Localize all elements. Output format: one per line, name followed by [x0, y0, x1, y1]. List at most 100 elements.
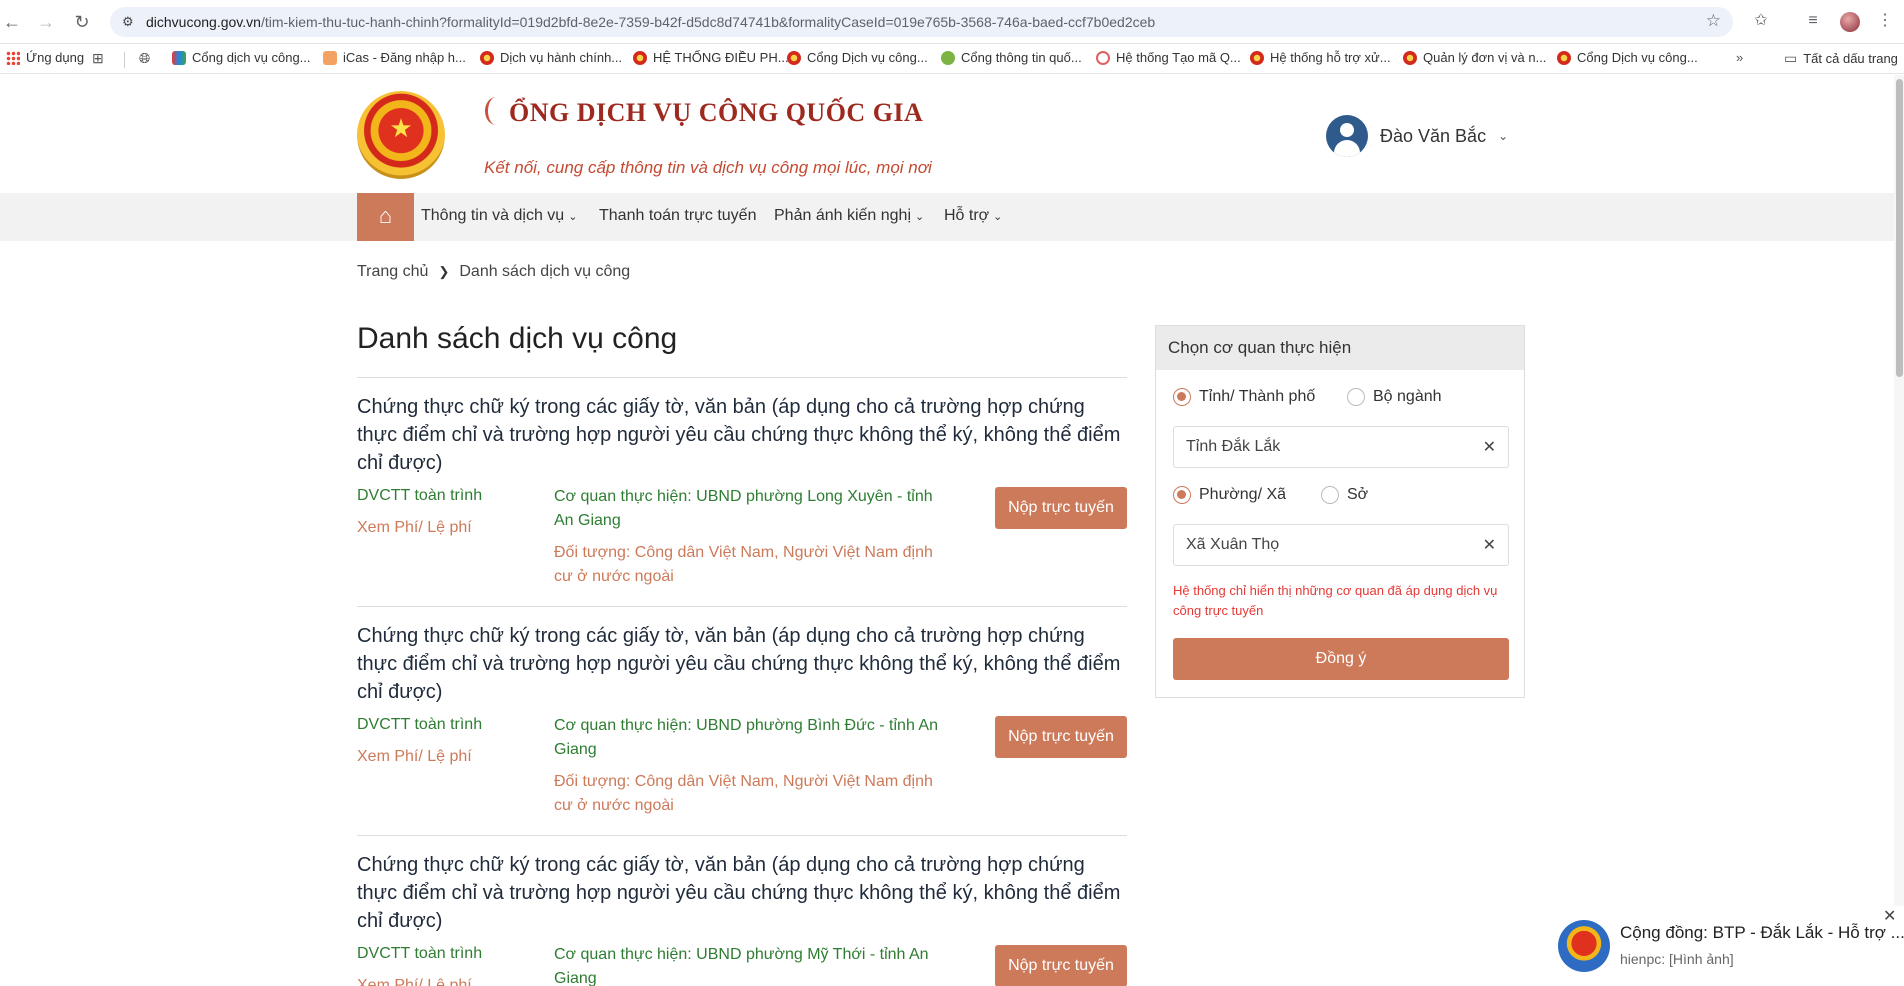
bookmark-label: Cổng thông tin quố... [961, 50, 1082, 65]
media-icon[interactable]: ≡ [1802, 10, 1824, 32]
url-text[interactable]: dichvucong.gov.vn/tim-kiem-thu-tuc-hanh-… [146, 14, 1155, 30]
star-icon: ★ [389, 113, 413, 143]
clear-icon[interactable]: ✕ [1483, 437, 1496, 457]
bookmark-star-icon[interactable]: ☆ [1706, 11, 1721, 31]
bookmark-label: Cổng Dịch vụ công... [1577, 50, 1698, 65]
bookmarks-bar: Ứng dụng ⊞ 🌐︎ Cổng dịch vụ công... iCas … [0, 44, 1904, 74]
breadcrumb-current: Danh sách dịch vụ công [459, 263, 631, 280]
service-item: Chứng thực chữ ký trong các giấy tờ, văn… [357, 851, 1127, 986]
chat-subtitle: hienpc: [Hình ảnh] [1620, 951, 1734, 967]
bookmark-3[interactable]: Dịch vụ hành chính... [480, 50, 622, 65]
chevron-down-icon: ⌄ [568, 211, 578, 223]
site-logo[interactable]: ỔNG DỊCH VỤ CÔNG QUỐC GIA [485, 97, 923, 128]
radio-checked-icon [1173, 486, 1191, 504]
bookmark-10[interactable]: Cổng Dịch vụ công... [1557, 50, 1698, 65]
bookmark-favicon-icon [172, 50, 186, 65]
nav-label: Hỗ trợ [944, 207, 990, 224]
menu-icon[interactable]: ⋮ [1874, 10, 1896, 32]
nav-ho-tro[interactable]: Hỗ trợ ⌄ [944, 207, 1002, 225]
bookmark-5[interactable]: Cổng Dịch vụ công... [787, 50, 928, 65]
url-path: /tim-kiem-thu-tuc-hanh-chinh?formalityId… [260, 14, 1156, 30]
favorites-icon[interactable]: ✩ [1750, 10, 1772, 32]
radio-label: Phường/ Xã [1199, 486, 1287, 503]
nav-phan-anh[interactable]: Phản ánh kiến nghị ⌄ [774, 207, 924, 225]
bookmark-9[interactable]: Quản lý đơn vị và n... [1403, 50, 1546, 65]
bookmark-6[interactable]: Cổng thông tin quố... [941, 50, 1082, 65]
browser-toolbar: ← → ↻ ⚙ dichvucong.gov.vn/tim-kiem-thu-t… [0, 0, 1904, 44]
url-host: dichvucong.gov.vn [146, 14, 261, 30]
breadcrumb-home[interactable]: Trang chủ [357, 263, 428, 281]
bookmark-favicon-icon [633, 50, 647, 65]
service-name[interactable]: Chứng thực chữ ký trong các giấy tờ, văn… [357, 851, 1127, 935]
national-emblem[interactable]: ★ [357, 91, 445, 179]
clear-icon[interactable]: ✕ [1483, 535, 1496, 555]
bookmark-1[interactable]: Cổng dịch vụ công... [172, 50, 311, 65]
reload-icon[interactable]: ↻ [70, 10, 94, 34]
bookmark-4[interactable]: HỆ THỐNG ĐIỀU PH... [633, 50, 789, 65]
submit-online-button[interactable]: Nộp trực tuyến [995, 487, 1127, 529]
user-avatar-icon [1326, 115, 1368, 157]
fee-link[interactable]: Xem Phí/ Lệ phí [357, 519, 472, 537]
bookmark-label: Cổng dịch vụ công... [192, 50, 311, 65]
bookmark-label: Hệ thống hỗ trợ xử... [1270, 50, 1391, 65]
bookmark-label: HỆ THỐNG ĐIỀU PH... [653, 50, 789, 65]
chat-notification[interactable]: Cộng đồng: BTP - Đắk Lắk - Hỗ trợ ... hi… [1548, 906, 1904, 986]
service-name[interactable]: Chứng thực chữ ký trong các giấy tờ, văn… [357, 393, 1127, 477]
close-icon[interactable]: ✕ [1883, 906, 1896, 926]
chat-title: Cộng đồng: BTP - Đắk Lắk - Hỗ trợ ... [1620, 923, 1904, 942]
ward-select[interactable]: Xã Xuân Thọ ✕ [1173, 524, 1509, 566]
home-button[interactable]: ⌂ [357, 193, 414, 241]
site-settings-icon[interactable]: ⚙ [122, 14, 138, 30]
bookmark-grid[interactable]: ⊞ [92, 50, 104, 67]
chat-avatar [1558, 920, 1610, 972]
bookmark-globe[interactable]: 🌐︎ [139, 50, 150, 67]
bookmarks-overflow-icon[interactable]: » [1736, 50, 1743, 65]
nav-thanh-toan[interactable]: Thanh toán trực tuyến [599, 207, 756, 225]
submit-online-button[interactable]: Nộp trực tuyến [995, 945, 1127, 986]
bookmark-label: Dịch vụ hành chính... [500, 50, 623, 65]
bookmark-label: Cổng Dịch vụ công... [807, 50, 928, 65]
agree-button[interactable]: Đồng ý [1173, 638, 1509, 680]
province-value: Tỉnh Đắk Lắk [1186, 438, 1281, 455]
divider [357, 835, 1127, 836]
all-bookmarks[interactable]: ▭ Tất cả dấu trang [1784, 50, 1898, 67]
back-icon[interactable]: ← [0, 10, 24, 34]
bookmark-label: iCas - Đăng nhập h... [343, 50, 466, 65]
chevron-down-icon: ⌄ [993, 211, 1003, 223]
scrollbar-thumb[interactable] [1896, 79, 1903, 377]
radio-checked-icon [1173, 388, 1191, 406]
service-item: Chứng thực chữ ký trong các giấy tờ, văn… [357, 393, 1127, 585]
radio-unchecked-icon [1321, 486, 1339, 504]
radio-label: Tỉnh/ Thành phố [1199, 388, 1316, 405]
service-name[interactable]: Chứng thực chữ ký trong các giấy tờ, văn… [357, 622, 1127, 706]
service-target: Đối tượng: Công dân Việt Nam, Người Việt… [554, 773, 933, 814]
nav-thong-tin-dich-vu[interactable]: Thông tin và dịch vụ ⌄ [421, 207, 577, 225]
bookmark-2[interactable]: iCas - Đăng nhập h... [323, 50, 466, 65]
fee-link[interactable]: Xem Phí/ Lệ phí [357, 977, 472, 986]
radio-department[interactable]: Sở [1321, 486, 1368, 504]
bookmark-8[interactable]: Hệ thống hỗ trợ xử... [1250, 50, 1391, 65]
bookmark-favicon-icon [323, 50, 337, 65]
submit-online-button[interactable]: Nộp trực tuyến [995, 716, 1127, 758]
site-tagline: Kết nối, cung cấp thông tin và dịch vụ c… [484, 158, 932, 177]
bookmark-label: Quản lý đơn vị và n... [1423, 50, 1547, 65]
fee-link[interactable]: Xem Phí/ Lệ phí [357, 748, 472, 766]
forward-icon[interactable]: → [34, 10, 58, 34]
bookmarks-divider [124, 52, 125, 68]
profile-avatar[interactable] [1840, 12, 1860, 32]
address-bar[interactable]: ⚙ dichvucong.gov.vn/tim-kiem-thu-tuc-han… [110, 7, 1733, 37]
bookmark-apps[interactable]: Ứng dụng [6, 50, 84, 65]
agency-filter-panel: Chọn cơ quan thực hiện Tỉnh/ Thành phố B… [1155, 325, 1525, 698]
radio-ministry[interactable]: Bộ ngành [1347, 388, 1442, 406]
globe-icon: 🌐︎ [139, 50, 151, 66]
radio-label: Sở [1347, 486, 1369, 503]
home-icon: ⌂ [378, 203, 393, 228]
user-menu[interactable]: Đào Văn Bắc ⌄ [1326, 115, 1508, 157]
main-nav: ⌂ Thông tin và dịch vụ ⌄ Thanh toán trực … [0, 193, 1904, 241]
user-name: Đào Văn Bắc [1380, 125, 1487, 146]
bookmark-7[interactable]: Hệ thống Tạo mã Q... [1096, 50, 1241, 65]
page-scrollbar[interactable] [1894, 75, 1904, 986]
province-select[interactable]: Tỉnh Đắk Lắk ✕ [1173, 426, 1509, 468]
radio-province[interactable]: Tỉnh/ Thành phố [1173, 388, 1315, 406]
radio-ward[interactable]: Phường/ Xã [1173, 486, 1286, 504]
